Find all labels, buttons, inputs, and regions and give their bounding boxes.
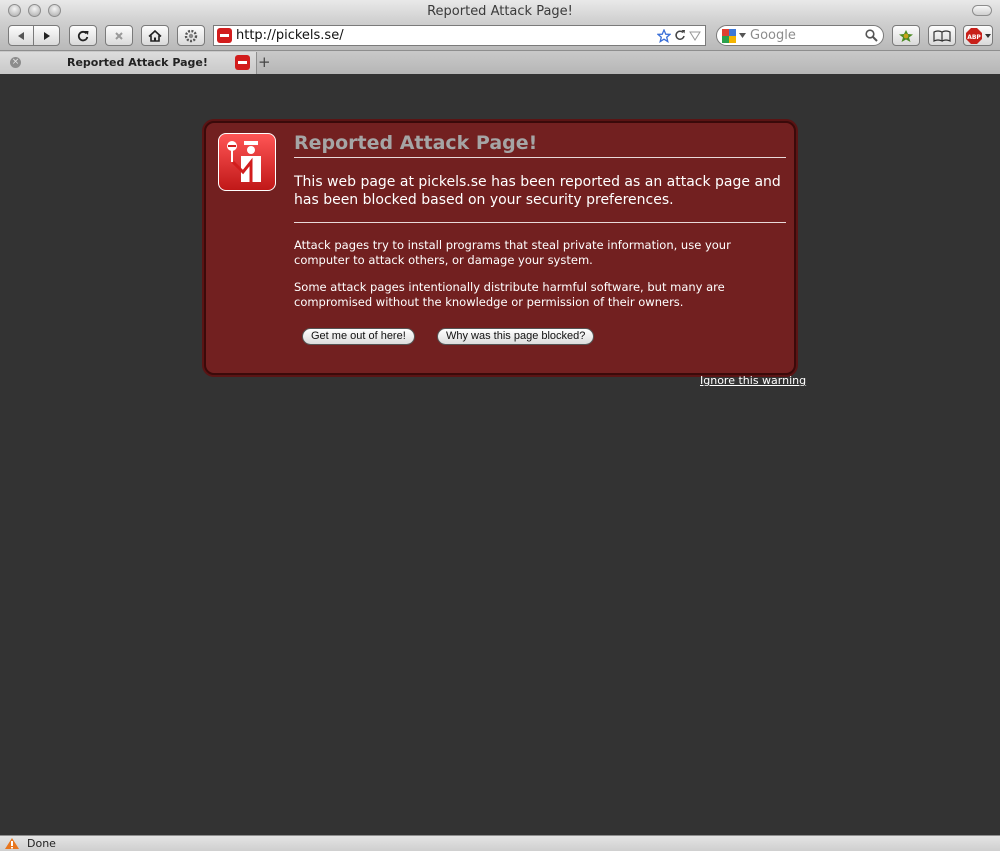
description-divider [294,222,786,223]
status-bar: Done [0,835,1000,851]
navigation-toolbar: http://pickels.se/ Google ABP [0,22,1000,50]
why-blocked-button[interactable]: Why was this page blocked? [437,328,595,345]
error-long-description-2: Some attack pages intentionally distribu… [294,280,725,309]
monkey-icon [899,29,913,42]
page-content: Reported Attack Page! This web page at p… [0,74,1000,835]
reload-icon [77,30,89,41]
bookmark-star-icon[interactable] [657,29,671,43]
get-me-out-button[interactable]: Get me out of here! [302,328,415,345]
status-text: Done [27,837,56,850]
reload-button[interactable] [69,25,97,46]
error-title: Reported Attack Page! [294,132,538,154]
forward-button[interactable] [33,25,60,46]
back-arrow-icon [18,31,24,40]
error-long-description-1: Attack pages try to install programs tha… [294,238,731,267]
home-button[interactable] [141,25,169,46]
police-officer-icon [218,133,276,191]
search-icon[interactable] [865,29,878,42]
blocked-site-icon [217,28,232,43]
tab-bar: × Reported Attack Page! + [0,50,1000,74]
url-bar[interactable]: http://pickels.se/ [213,25,706,46]
svg-text:ABP: ABP [967,34,981,41]
window-title: Reported Attack Page! [427,4,573,19]
home-icon [148,29,162,42]
stop-x-icon [115,31,123,40]
tab-close-icon[interactable]: × [10,57,21,68]
error-short-description: This web page at pickels.se has been rep… [294,174,781,208]
gear-icon [184,29,198,42]
toolbar-toggle-button[interactable] [972,5,992,16]
url-history-dropdown-icon[interactable] [689,31,701,41]
tab-label: Reported Attack Page! [67,56,208,69]
search-engine-dropdown-icon[interactable] [739,33,746,38]
firefox-status-icon [5,838,19,849]
adblock-plus-button[interactable]: ABP [963,25,993,46]
attack-warning-box: Reported Attack Page! This web page at p… [204,121,796,375]
google-logo-icon [722,29,736,43]
open-book-icon [933,29,951,42]
new-tab-button[interactable]: + [258,53,271,71]
window-titlebar: Reported Attack Page! [0,0,1000,22]
settings-button[interactable] [177,25,205,46]
tab-blocked-icon [235,55,250,70]
adblock-plus-icon: ABP [966,27,991,44]
forward-arrow-icon [43,31,50,40]
url-text: http://pickels.se/ [236,28,344,43]
search-box[interactable]: Google [716,25,884,46]
ignore-warning-link[interactable]: Ignore this warning [700,374,806,387]
url-reload-icon[interactable] [674,29,686,41]
title-divider [294,157,786,158]
bookmarks-button[interactable] [928,25,956,46]
greasemonkey-button[interactable] [892,25,920,46]
stop-button[interactable] [105,25,133,46]
search-placeholder: Google [750,28,796,43]
back-button[interactable] [8,25,34,46]
tab-reported-attack-page[interactable]: × Reported Attack Page! [0,52,257,74]
